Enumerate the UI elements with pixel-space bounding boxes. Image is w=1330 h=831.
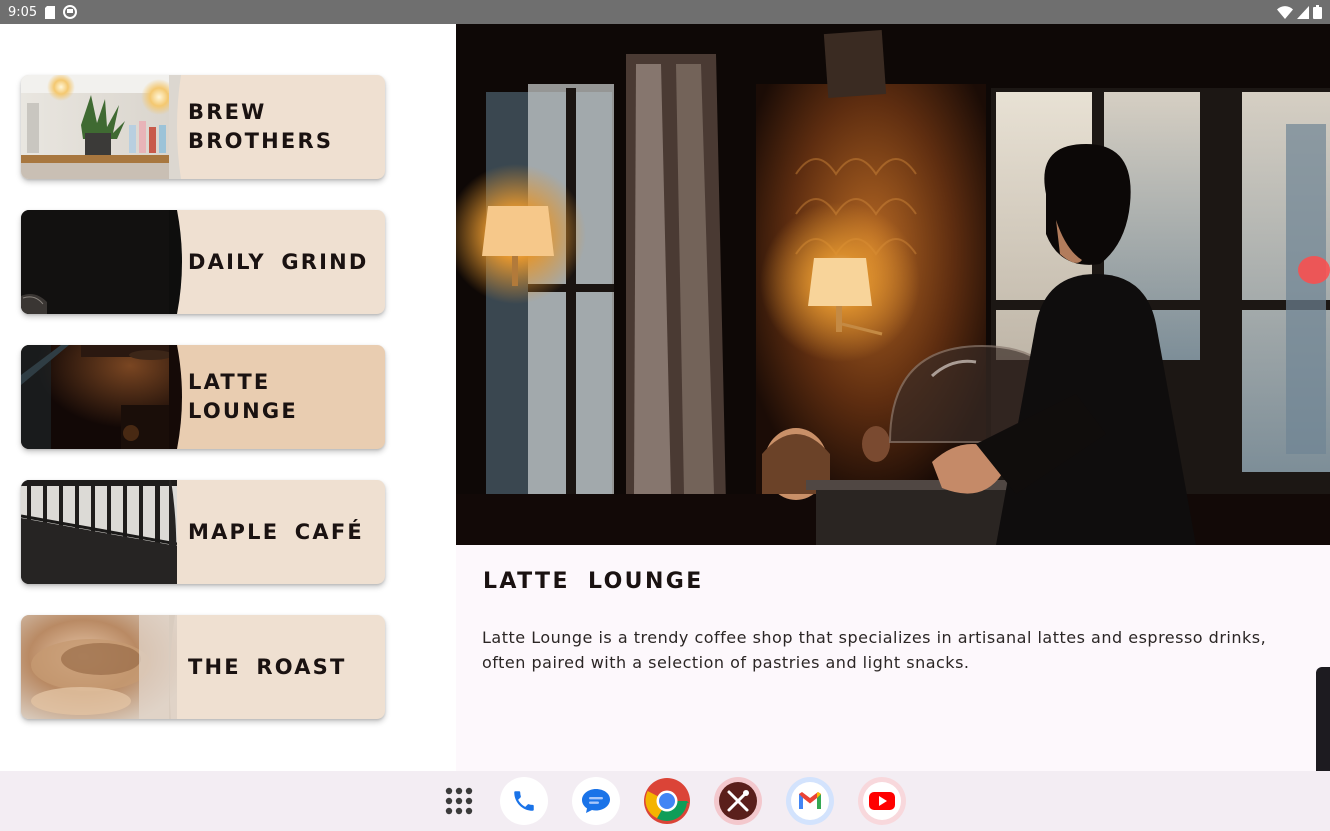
restaurant-thumbnail-brew-brothers bbox=[21, 75, 177, 179]
restaurant-card-latte-lounge[interactable]: Latte Lounge bbox=[21, 345, 385, 449]
restaurant-card-brew-brothers[interactable]: Brew Brothers bbox=[21, 75, 385, 179]
restaurant-card-daily-grind[interactable]: Daily Grind bbox=[21, 210, 385, 314]
restaurant-card-maple-cafe[interactable]: Maple Café bbox=[21, 480, 385, 584]
sd-card-icon bbox=[44, 5, 56, 19]
sync-circle-icon bbox=[63, 5, 78, 19]
restaurant-list: Brew Brothers Daily Grind bbox=[0, 24, 456, 771]
status-bar: 9:05 bbox=[0, 0, 1330, 24]
fork-knife-glyph bbox=[719, 782, 757, 820]
chrome-glyph bbox=[644, 778, 690, 824]
taskbar bbox=[0, 771, 1330, 831]
restaurant-app-icon[interactable] bbox=[714, 777, 762, 825]
restaurant-thumbnail-daily-grind bbox=[21, 210, 177, 314]
chrome-icon[interactable] bbox=[643, 777, 691, 825]
battery-icon bbox=[1313, 5, 1322, 19]
app-grid-glyph bbox=[445, 787, 473, 815]
restaurant-card-title: Daily Grind bbox=[188, 249, 369, 274]
restaurant-thumbnail-latte-lounge bbox=[21, 345, 177, 449]
wifi-icon bbox=[1277, 5, 1293, 19]
phone-icon[interactable] bbox=[500, 777, 548, 825]
gmail-icon[interactable] bbox=[786, 777, 834, 825]
messages-glyph bbox=[582, 789, 610, 813]
signal-icon bbox=[1297, 5, 1309, 19]
restaurant-card-title: Latte Lounge bbox=[188, 370, 298, 423]
restaurant-detail: Latte Lounge Latte Lounge is a trendy co… bbox=[456, 24, 1330, 806]
restaurant-card-title: The Roast bbox=[188, 654, 347, 679]
gmail-glyph bbox=[791, 782, 829, 820]
restaurant-thumbnail-the-roast bbox=[21, 615, 177, 719]
restaurant-thumbnail-maple-cafe bbox=[21, 480, 177, 584]
detail-title: Latte Lounge bbox=[483, 569, 704, 594]
restaurant-hero-image bbox=[456, 24, 1330, 545]
youtube-icon[interactable] bbox=[858, 777, 906, 825]
restaurant-card-title: Maple Café bbox=[188, 519, 364, 544]
app-grid-icon[interactable] bbox=[435, 777, 483, 825]
messages-icon[interactable] bbox=[572, 777, 620, 825]
status-time: 9:05 bbox=[8, 4, 38, 20]
restaurant-card-title: Brew Brothers bbox=[188, 100, 334, 153]
detail-description: Latte Lounge is a trendy coffee shop tha… bbox=[482, 628, 1267, 672]
youtube-glyph bbox=[863, 782, 901, 820]
restaurant-card-the-roast[interactable]: The Roast bbox=[21, 615, 385, 719]
phone-glyph bbox=[514, 791, 534, 811]
